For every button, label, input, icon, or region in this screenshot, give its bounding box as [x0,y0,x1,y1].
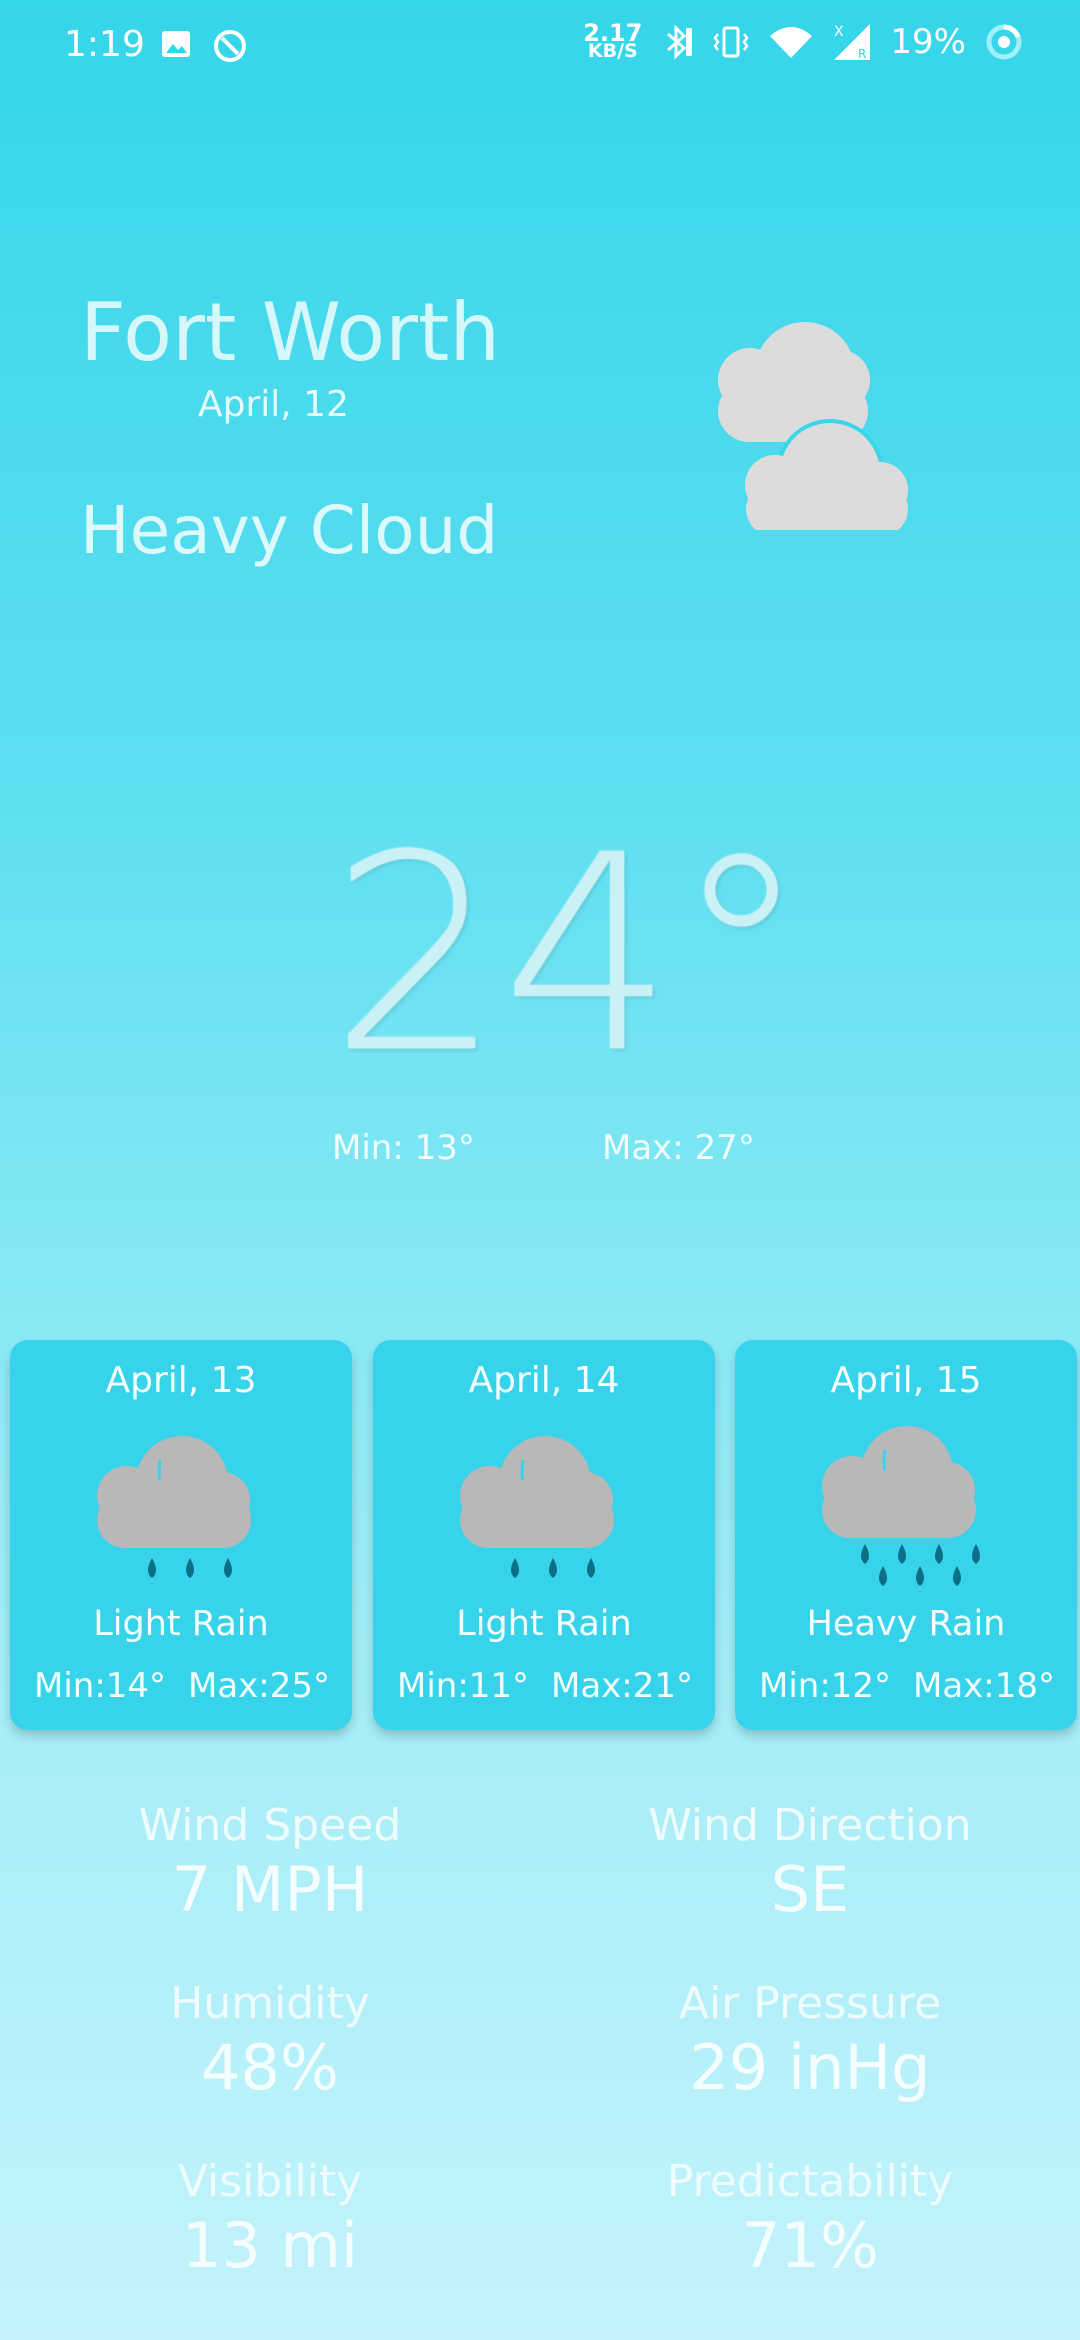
humidity-label: Humidity [170,1978,370,2029]
bluetooth-icon [667,24,693,60]
forecast-condition: Light Rain [93,1604,269,1644]
wind-speed: Wind Speed 7 MPH [0,1800,540,1926]
heavy-cloud-icon [718,322,908,530]
forecast-cards: April, 13 Light Rain Min:14° Max:25° Apr… [10,1340,1077,1730]
air-pressure: Air Pressure 29 inHg [540,1978,1080,2104]
forecast-card[interactable]: April, 13 Light Rain Min:14° Max:25° [10,1340,352,1730]
visibility: Visibility 13 mi [0,2156,540,2282]
heavy-rain-icon [822,1426,980,1586]
svg-text:X: X [834,24,844,40]
wind-direction-value: SE [770,1853,850,1926]
visibility-value: 13 mi [181,2209,359,2282]
cell-signal-icon: X R [834,24,871,61]
wind-speed-value: 7 MPH [171,1853,369,1926]
svg-text:R: R [858,47,866,61]
forecast-min: Min:14° [34,1666,167,1706]
humidity: Humidity 48% [0,1978,540,2104]
city-name: Fort Worth [80,286,501,379]
forecast-date: April, 13 [105,1360,257,1401]
air-pressure-value: 29 inHg [689,2031,931,2104]
forecast-min: Min:12° [759,1666,892,1706]
forecast-max: Max:18° [912,1666,1055,1706]
humidity-value: 48% [201,2031,339,2104]
forecast-card[interactable]: April, 14 Light Rain Min:11° Max:21° [373,1340,715,1730]
status-bar: 1:19 2.17 KB/S X R 19% [0,0,1080,96]
forecast-card[interactable]: April, 15 Heavy Rain Min:12° Max:18° [735,1340,1077,1730]
forecast-condition: Light Rain [456,1604,632,1644]
visibility-label: Visibility [177,2156,363,2207]
forecast-min: Min:11° [397,1666,530,1706]
forecast-condition: Heavy Rain [806,1604,1006,1644]
network-speed: 2.17 KB/S [583,19,643,62]
predictability-value: 71% [741,2209,879,2282]
forecast-date: April, 14 [468,1360,620,1401]
current-min: Min: 13° [332,1128,475,1168]
wifi-icon [770,27,813,58]
weather-details: Wind Speed 7 MPH Wind Direction SE Humid… [0,1740,1080,2340]
air-pressure-label: Air Pressure [678,1978,942,2029]
data-saver-icon [214,30,246,62]
battery-icon [986,24,1022,60]
wind-speed-label: Wind Speed [138,1800,402,1851]
status-right-cluster: 2.17 KB/S X R 19% [583,19,1024,62]
forecast-date: April, 15 [830,1360,982,1401]
current-temperature: 24° [330,797,809,1112]
current-date: April, 12 [198,384,349,425]
wind-direction-label: Wind Direction [648,1800,972,1851]
current-condition: Heavy Cloud [80,492,499,569]
light-rain-icon [460,1436,614,1578]
gallery-icon [162,31,190,57]
wind-direction: Wind Direction SE [540,1800,1080,1926]
light-rain-icon [97,1436,251,1578]
status-time: 1:19 [64,24,145,65]
forecast-max: Max:21° [550,1666,693,1706]
vibrate-icon [713,26,749,58]
battery-percent: 19% [890,22,966,62]
current-max: Max: 27° [602,1128,755,1168]
forecast-max: Max:25° [187,1666,330,1706]
predictability: Predictability 71% [540,2156,1080,2282]
predictability-label: Predictability [666,2156,954,2207]
